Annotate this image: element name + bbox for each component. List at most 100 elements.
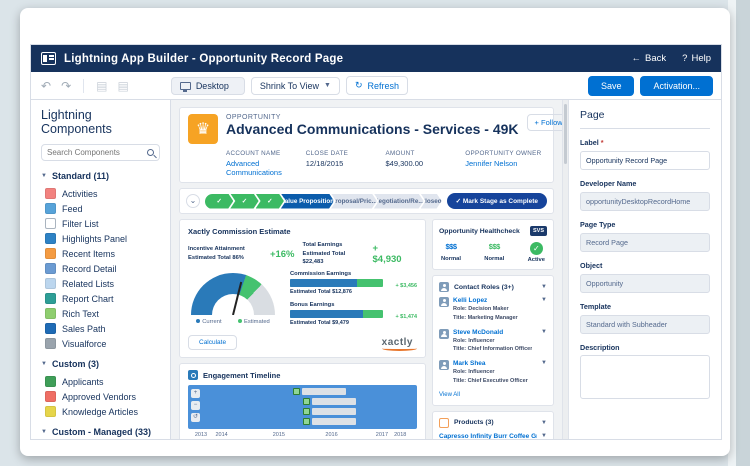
applicants-icon <box>45 376 56 387</box>
component-visualforce[interactable]: Visualforce <box>41 336 160 351</box>
contact-roles-title: Contact Roles (3+) <box>454 283 514 291</box>
stage-current[interactable]: Value Proposition <box>281 194 334 209</box>
component-search[interactable] <box>41 144 160 161</box>
zoom-in-icon[interactable]: + <box>191 389 200 399</box>
label-field-label: Label * <box>580 138 604 147</box>
section-standard[interactable]: ▼ Standard (11) <box>41 171 160 181</box>
page-type-input <box>580 233 710 252</box>
related-lists-icon <box>45 278 56 289</box>
page-properties-panel: Page Label* Developer Name Page Type Obj… <box>569 100 721 439</box>
component-rich-text[interactable]: Rich Text <box>41 306 160 321</box>
stage-done-1[interactable]: ✓ <box>205 194 233 209</box>
record-title: Advanced Communications - Services - 49K <box>226 121 519 137</box>
component-activities[interactable]: Activities <box>41 186 160 201</box>
component-feed[interactable]: Feed <box>41 201 160 216</box>
row-caret-icon[interactable]: ▼ <box>541 360 547 386</box>
contact-row[interactable]: Kelli Lopez Role: Decision Maker Title: … <box>439 297 547 323</box>
component-knowledge-articles[interactable]: Knowledge Articles <box>41 404 160 419</box>
row-caret-icon[interactable]: ▼ <box>541 297 547 323</box>
scrollbar-thumb[interactable] <box>564 104 567 164</box>
event-marker[interactable] <box>293 388 301 396</box>
component-record-detail[interactable]: Record Detail <box>41 261 160 276</box>
timeline-band[interactable]: + − ↺ <box>188 385 417 430</box>
healthcheck-item-3: ✓ Active <box>527 242 545 263</box>
search-icon <box>147 149 154 156</box>
event-marker[interactable] <box>302 408 310 416</box>
zoom-reset-icon[interactable]: ↺ <box>191 413 200 423</box>
section-custom[interactable]: ▼ Custom (3) <box>41 359 160 369</box>
active-check-icon: ✓ <box>529 242 543 255</box>
contact-roles-region: Contact Roles (3+) ▼ Kelli Lopez Role: D… <box>432 275 554 406</box>
products-region: Products (3) ▼ Capresso Infinity Burr Co… <box>432 410 554 439</box>
save-button[interactable]: Save <box>587 75 635 96</box>
follow-button[interactable]: + Follow <box>526 114 562 131</box>
row-caret-icon[interactable]: ▼ <box>541 329 547 355</box>
paste-icon[interactable]: ▤ <box>115 80 130 92</box>
component-sales-path[interactable]: Sales Path <box>41 321 160 336</box>
xactly-commission-region: Xactly Commission Estimate Incentive Att… <box>179 219 426 359</box>
activation-button[interactable]: Activation... <box>640 75 713 96</box>
xactly-logo: xactly <box>381 337 418 352</box>
check-icon: ✓ <box>455 198 462 205</box>
event-marker[interactable] <box>302 418 310 426</box>
help-button[interactable]: ? Help <box>682 53 711 64</box>
undo-icon[interactable]: ↶ <box>39 80 53 92</box>
owner-link[interactable]: Jennifer Nelson <box>465 159 545 168</box>
section-custom-managed[interactable]: ▼ Custom - Managed (33) <box>41 427 160 437</box>
label-input[interactable] <box>580 151 710 170</box>
highlights-panel-region[interactable]: ♛ OPPORTUNITY Advanced Communications - … <box>179 107 562 183</box>
back-button[interactable]: ← Back <box>632 53 667 64</box>
healthcheck-item-1: $$$ Normal <box>441 242 461 262</box>
stage-negotiation[interactable]: Negotiation/Re... <box>374 194 424 209</box>
refresh-button[interactable]: ↻ Refresh <box>345 76 409 95</box>
component-recent-items[interactable]: Recent Items <box>41 246 160 261</box>
field-label: CLOSE DATE <box>305 150 349 157</box>
account-name-link[interactable]: Advanced Communications <box>226 159 306 177</box>
contact-row[interactable]: Mark Shea Role: Influencer Title: Chief … <box>439 360 547 386</box>
shrink-to-view-select[interactable]: Shrink To View ▼ <box>250 76 340 95</box>
component-applicants[interactable]: Applicants <box>41 374 160 389</box>
canvas-scrollbar[interactable] <box>562 100 569 439</box>
row-caret-icon[interactable]: ▼ <box>541 433 547 439</box>
divider <box>83 78 85 93</box>
redo-icon[interactable]: ↷ <box>59 80 73 92</box>
toolbar: ↶ ↷ ▤ ▤ Desktop Shrink To View ▼ ↻ Refresh… <box>31 72 721 100</box>
developer-name-input <box>580 192 710 211</box>
component-filter-list[interactable]: Filter List <box>41 216 160 231</box>
check-icon: ✓ <box>241 197 248 205</box>
contact-row[interactable]: Steve McDonald Role: Influencer Title: C… <box>439 328 547 355</box>
device-desktop-button[interactable]: Desktop <box>170 76 245 95</box>
stage-done-3[interactable]: ✓ <box>256 194 284 209</box>
avatar <box>439 297 449 307</box>
component-related-lists[interactable]: Related Lists <box>41 276 160 291</box>
stage-closed[interactable]: Closed <box>421 194 442 209</box>
search-input[interactable] <box>47 148 147 157</box>
stage-proposal[interactable]: Proposal/Pric... <box>331 194 377 209</box>
report-chart-icon <box>45 293 56 304</box>
component-report-chart[interactable]: Report Chart <box>41 291 160 306</box>
product-row[interactable]: Capresso Infinity Burr Coffee Grinder Pr… <box>439 433 547 439</box>
field-label: ACCOUNT NAME <box>226 150 281 157</box>
description-textarea[interactable] <box>580 355 710 399</box>
section-caret-icon[interactable]: ▼ <box>541 420 547 426</box>
section-caret-icon[interactable]: ▼ <box>541 284 547 290</box>
commission-earnings-bar: Commission Earnings Estimated Total $12,… <box>290 271 417 296</box>
view-all-link[interactable]: View All <box>439 392 547 398</box>
monitor-icon <box>179 81 191 92</box>
avatar <box>439 360 449 371</box>
calculate-button[interactable]: Calculate <box>188 335 238 351</box>
component-approved-vendors[interactable]: Approved Vendors <box>41 389 160 404</box>
stat-label: Total Earnings <box>302 242 343 248</box>
opportunity-healthcheck-region: Opportunity Healthcheck SVS $$$ Normal $… <box>432 219 554 270</box>
stage-done-2[interactable]: ✓ <box>230 194 258 209</box>
copy-icon[interactable]: ▤ <box>94 80 109 92</box>
product-icon <box>439 417 449 428</box>
component-highlights-panel[interactable]: Highlights Panel <box>41 231 160 246</box>
required-asterisk: * <box>600 138 604 147</box>
event-marker[interactable] <box>302 398 310 406</box>
field-label: AMOUNT <box>385 150 415 157</box>
mark-stage-complete-button[interactable]: ✓ Mark Stage as Complete <box>446 193 547 209</box>
path-collapse-button[interactable]: ⌄ <box>186 194 200 208</box>
zoom-out-icon[interactable]: − <box>191 401 200 411</box>
knowledge-articles-icon <box>45 406 56 417</box>
